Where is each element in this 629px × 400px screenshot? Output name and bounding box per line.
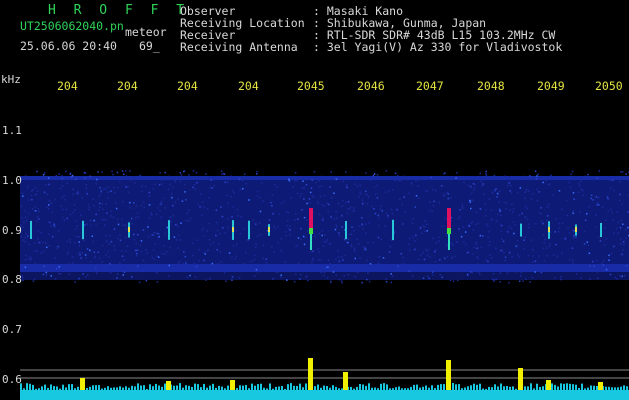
app-title: H R O F F T	[48, 3, 190, 18]
x-tick: 2047	[416, 79, 444, 93]
y-unit-label: kHz	[1, 73, 21, 86]
y-tick: 0.6	[2, 373, 22, 386]
subtitle: meteor	[125, 25, 167, 39]
antenna-value: : 3el Yagi(V) Az 330 for Vladivostok	[313, 40, 563, 54]
x-tick: 2048	[477, 79, 505, 93]
y-tick: 1.1	[2, 124, 22, 137]
y-tick: 1.0	[2, 174, 22, 187]
antenna-label: Receiving Antenna	[180, 40, 298, 54]
y-tick: 0.9	[2, 224, 22, 237]
x-tick: 2045	[297, 79, 325, 93]
x-tick: 204	[117, 79, 138, 93]
x-tick: 204	[57, 79, 78, 93]
x-tick: 204	[177, 79, 198, 93]
spectrogram	[20, 170, 629, 400]
datetime: 25.06.06 20:40	[20, 39, 117, 53]
x-tick: 2050	[595, 79, 623, 93]
x-tick: 2046	[357, 79, 385, 93]
y-tick: 0.7	[2, 323, 22, 336]
filename: UT2506062040.pn	[20, 19, 124, 33]
x-tick: 2049	[537, 79, 565, 93]
x-tick: 204	[238, 79, 259, 93]
count: 69_	[139, 39, 160, 53]
y-tick: 0.8	[2, 273, 22, 286]
